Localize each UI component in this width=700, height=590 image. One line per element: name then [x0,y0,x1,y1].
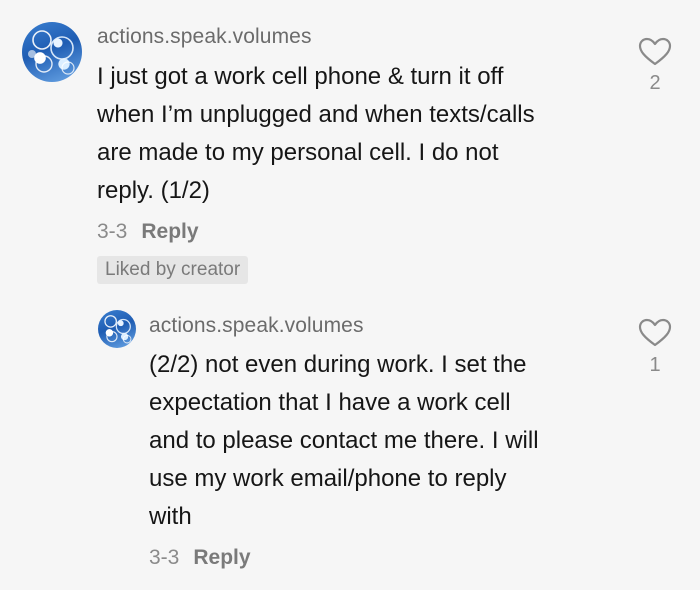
comment-line: expectation that I have a work cell [149,389,511,416]
comment-line: are made to my personal cell. I do not [97,139,499,166]
comment-meta: 3-3 Reply [149,546,251,570]
comment-line: use my work email/phone to reply [149,465,507,492]
comment-line: I just got a work cell phone & turn it o… [97,63,504,90]
username[interactable]: actions.speak.volumes [149,314,364,338]
comment-line: when I’m unplugged and when texts/calls [97,101,535,128]
like-count: 2 [649,72,661,94]
reply-button[interactable]: Reply [193,546,250,569]
avatar[interactable] [98,310,136,348]
comment-meta: 3-3 Reply [97,220,199,244]
bubbles-avatar-icon [104,315,132,344]
comment-date: 3-3 [97,220,128,243]
avatar[interactable] [22,22,82,82]
comment-line: and to please contact me there. I will [149,427,539,454]
comment-line: reply. (1/2) [97,177,210,204]
heart-outline-icon[interactable] [638,37,672,67]
username[interactable]: actions.speak.volumes [97,25,312,49]
bubbles-avatar-icon [28,30,75,75]
reply-button[interactable]: Reply [141,220,198,243]
heart-outline-icon[interactable] [638,318,672,348]
like-count: 1 [649,354,661,376]
liked-by-creator-badge: Liked by creator [97,256,249,284]
comment-line: with [149,503,192,530]
comment-line: (2/2) not even during work. I set the [149,351,527,378]
comment-date: 3-3 [149,546,180,569]
